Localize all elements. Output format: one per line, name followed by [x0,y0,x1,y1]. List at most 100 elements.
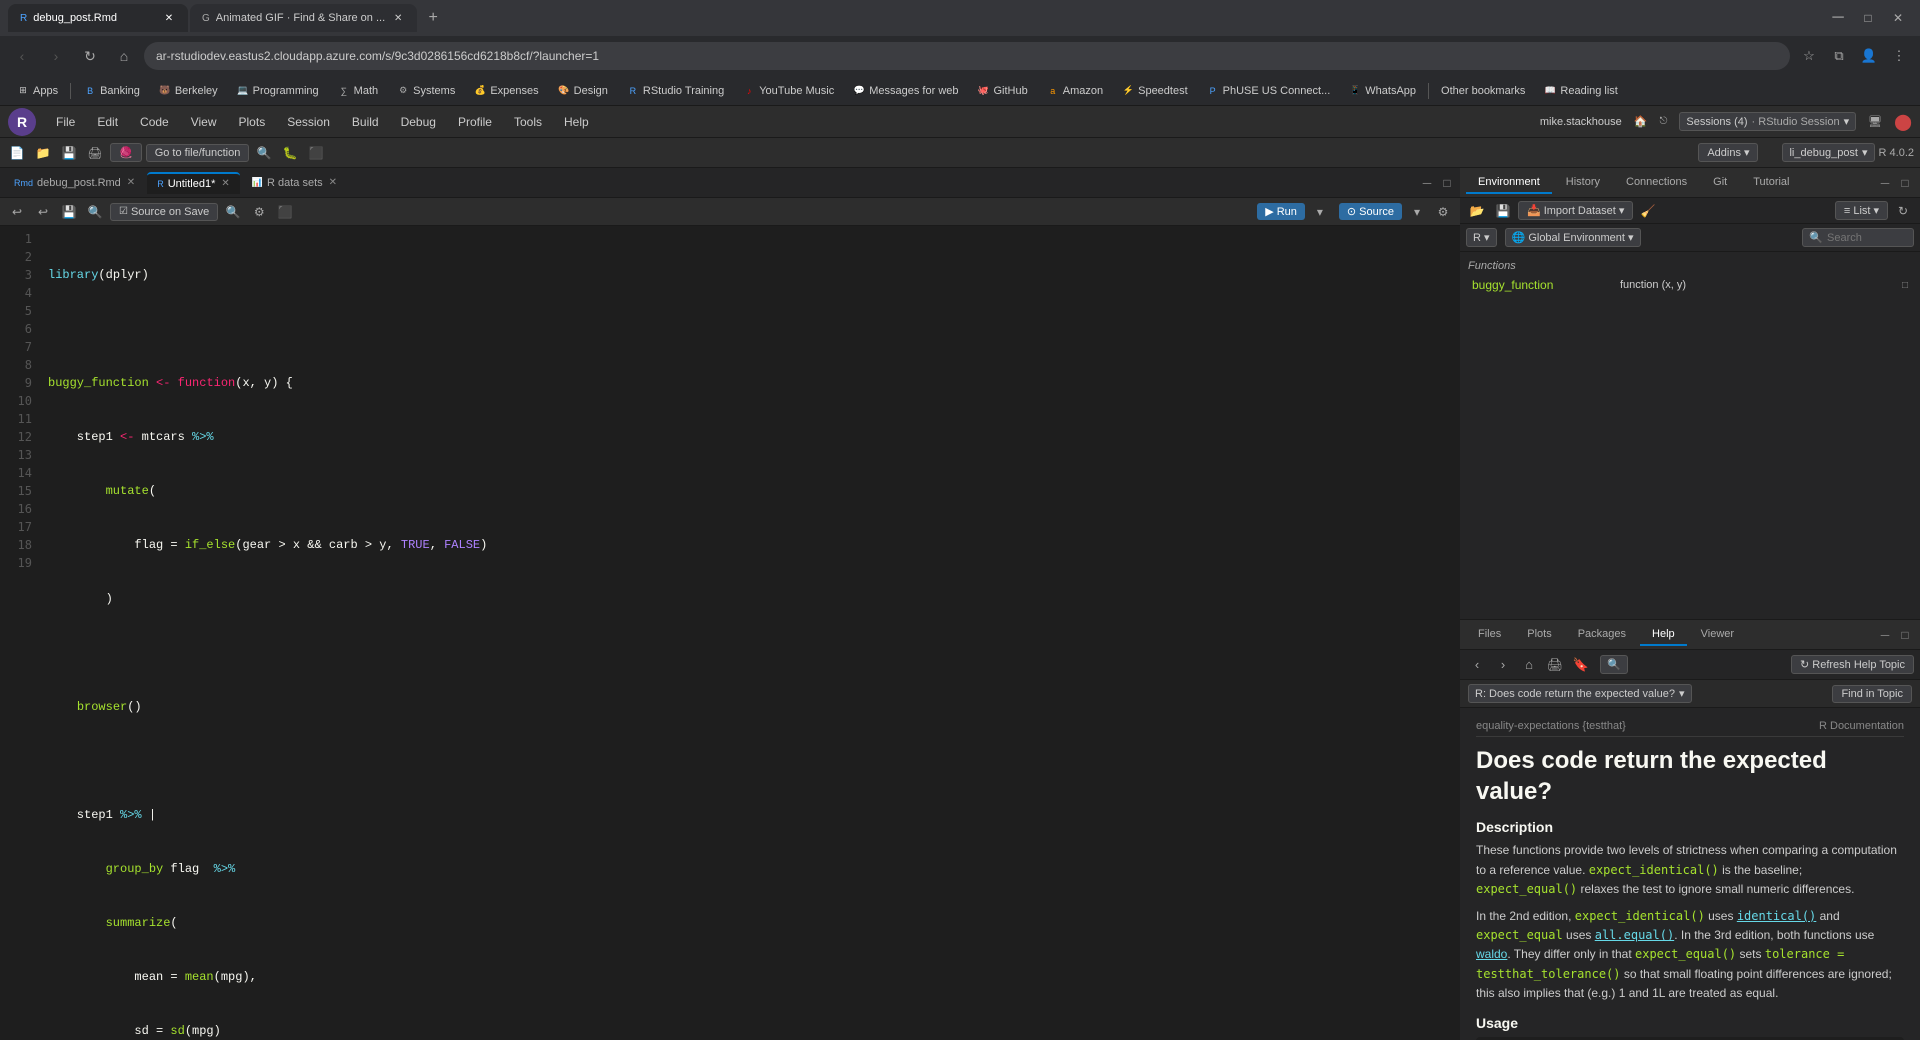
tab-close-debug-post[interactable]: ✕ [127,177,135,188]
env-maximize[interactable]: □ [1896,174,1914,192]
run-button[interactable]: ▶ Run [1257,203,1305,220]
menu-file[interactable]: File [46,111,85,133]
bookmark-phuse[interactable]: P PhUSE US Connect... [1198,82,1339,100]
env-minimize[interactable]: ─ [1876,174,1894,192]
bookmark-design[interactable]: 🎨 Design [549,82,616,100]
find-in-topic-btn[interactable]: Find in Topic [1832,685,1912,703]
find-replace-btn[interactable]: 🔍 [84,201,106,223]
panel-tab-files[interactable]: Files [1466,624,1513,646]
address-bar[interactable]: ar-rstudiodev.eastus2.cloudapp.azure.com… [144,42,1790,70]
menu-session[interactable]: Session [277,111,340,133]
help-maximize[interactable]: □ [1896,626,1914,644]
panel-tab-packages[interactable]: Packages [1566,624,1638,646]
help-print-btn[interactable]: 🖨 [1544,654,1566,676]
browser-tab-2[interactable]: G Animated GIF · Find & Share on ... ✕ [190,4,417,32]
help-back-btn[interactable]: ‹ [1466,654,1488,676]
clear-env-btn[interactable]: 🧹 [1637,200,1659,222]
source-on-save-btn[interactable]: ☑ Source on Save [110,203,218,221]
profile-icon[interactable]: 👤 [1856,43,1882,69]
bookmark-star[interactable]: ☆ [1796,43,1822,69]
panel-tab-environment[interactable]: Environment [1466,172,1552,194]
bookmark-whatsapp[interactable]: 📱 WhatsApp [1340,82,1424,100]
bookmark-math[interactable]: ∑ Math [329,82,386,100]
refresh-help-btn[interactable]: ↻ Refresh Help Topic [1791,655,1914,674]
menu-plots[interactable]: Plots [229,111,276,133]
panel-tab-connections[interactable]: Connections [1614,172,1699,194]
open-file-btn[interactable]: 📁 [32,142,54,164]
tab-close-2[interactable]: ✕ [391,11,405,25]
browser-tab-1[interactable]: R debug_post.Rmd ✕ [8,4,188,32]
env-search[interactable]: 🔍 [1802,228,1914,247]
tab-close-untitled1[interactable]: ✕ [221,178,229,189]
menu-edit[interactable]: Edit [87,111,128,133]
run-dropdown[interactable]: ▾ [1309,201,1331,223]
addins-btn[interactable]: Addins ▾ [1698,143,1758,162]
help-query-dropdown[interactable]: R: Does code return the expected value? … [1468,684,1692,703]
pane-minimize[interactable]: ─ [1418,174,1436,192]
stop-code-btn[interactable]: ⬛ [274,201,296,223]
bookmark-banking[interactable]: B Banking [75,82,148,100]
sessions-selector[interactable]: Sessions (4) · RStudio Session ▾ [1679,112,1856,131]
menu-tools[interactable]: Tools [504,111,552,133]
list-view-btn[interactable]: ≡ List ▾ [1835,201,1888,220]
env-search-input[interactable] [1827,232,1907,244]
bookmark-systems[interactable]: ⚙ Systems [388,82,463,100]
window-close[interactable]: ✕ [1884,4,1912,32]
window-restore[interactable]: □ [1854,4,1882,32]
help-minimize[interactable]: ─ [1876,626,1894,644]
save-btn[interactable]: 💾 [58,142,80,164]
help-bookmark-btn[interactable]: 🔖 [1570,654,1592,676]
extensions-icon[interactable]: ⧉ [1826,43,1852,69]
source-dropdown[interactable]: ▾ [1406,201,1428,223]
bookmark-speedtest[interactable]: ⚡ Speedtest [1113,82,1196,100]
bookmark-programming[interactable]: 💻 Programming [228,82,327,100]
bookmark-youtube-music[interactable]: ♪ YouTube Music [734,82,842,100]
nav-reload[interactable]: ↻ [76,42,104,70]
pane-maximize[interactable]: □ [1438,174,1456,192]
menu-profile[interactable]: Profile [448,111,502,133]
bookmark-apps[interactable]: ⊞ Apps [8,82,66,100]
debug-btn[interactable]: 🐛 [279,142,301,164]
import-dataset-btn[interactable]: 📥 Import Dataset ▾ [1518,201,1633,220]
undo-btn[interactable]: ↩ [6,201,28,223]
code-content[interactable]: library(dplyr) buggy_function <- functio… [40,226,1460,1040]
search-code-btn[interactable]: 🔍 [222,201,244,223]
editor-tab-untitled1[interactable]: R Untitled1* ✕ [147,172,240,194]
editor-tab-debug-post[interactable]: Rmd debug_post.Rmd ✕ [4,173,145,193]
bookmark-github[interactable]: 🐙 GitHub [969,82,1036,100]
nav-back[interactable]: ‹ [8,42,36,70]
browser-menu[interactable]: ⋮ [1886,43,1912,69]
window-minimize[interactable]: ─ [1824,4,1852,32]
source-button[interactable]: ⊙ Source [1339,203,1402,220]
knit-btn[interactable]: 🧶 [110,143,142,162]
tab-close-rdatasets[interactable]: ✕ [329,177,337,188]
go-to-file-btn[interactable]: Go to file/function [146,144,250,162]
bookmark-messages[interactable]: 💬 Messages for web [844,82,966,100]
function-expand-1[interactable]: □ [1902,280,1908,291]
help-home-btn[interactable]: ⌂ [1518,654,1540,676]
bookmark-expenses[interactable]: 💰 Expenses [465,82,546,100]
menu-view[interactable]: View [181,111,227,133]
panel-tab-history[interactable]: History [1554,172,1612,194]
editor-tab-rdatasets[interactable]: 📊 R data sets ✕ [242,173,347,193]
nav-forward[interactable]: › [42,42,70,70]
r-selector[interactable]: R ▾ [1466,228,1497,247]
panel-tab-viewer[interactable]: Viewer [1689,624,1746,646]
panel-tab-help[interactable]: Help [1640,624,1687,646]
new-file-btn[interactable]: 📄 [6,142,28,164]
env-selector[interactable]: 🌐 Global Environment ▾ [1505,228,1641,247]
panel-tab-git[interactable]: Git [1701,172,1739,194]
tab-close-1[interactable]: ✕ [162,11,176,25]
menu-build[interactable]: Build [342,111,389,133]
tab-add-button[interactable]: + [419,4,447,32]
save-current-btn[interactable]: 💾 [58,201,80,223]
help-search-area[interactable]: 🔍 [1600,655,1628,674]
load-workspace-btn[interactable]: 📂 [1466,200,1488,222]
menu-debug[interactable]: Debug [391,111,446,133]
menu-help[interactable]: Help [554,111,599,133]
bookmark-reading-list[interactable]: 📖 Reading list [1535,82,1625,100]
editor-settings-btn[interactable]: ⚙ [1432,201,1454,223]
save-workspace-btn[interactable]: 💾 [1492,200,1514,222]
project-selector[interactable]: li_debug_post ▾ [1782,143,1874,162]
nav-home[interactable]: ⌂ [110,42,138,70]
